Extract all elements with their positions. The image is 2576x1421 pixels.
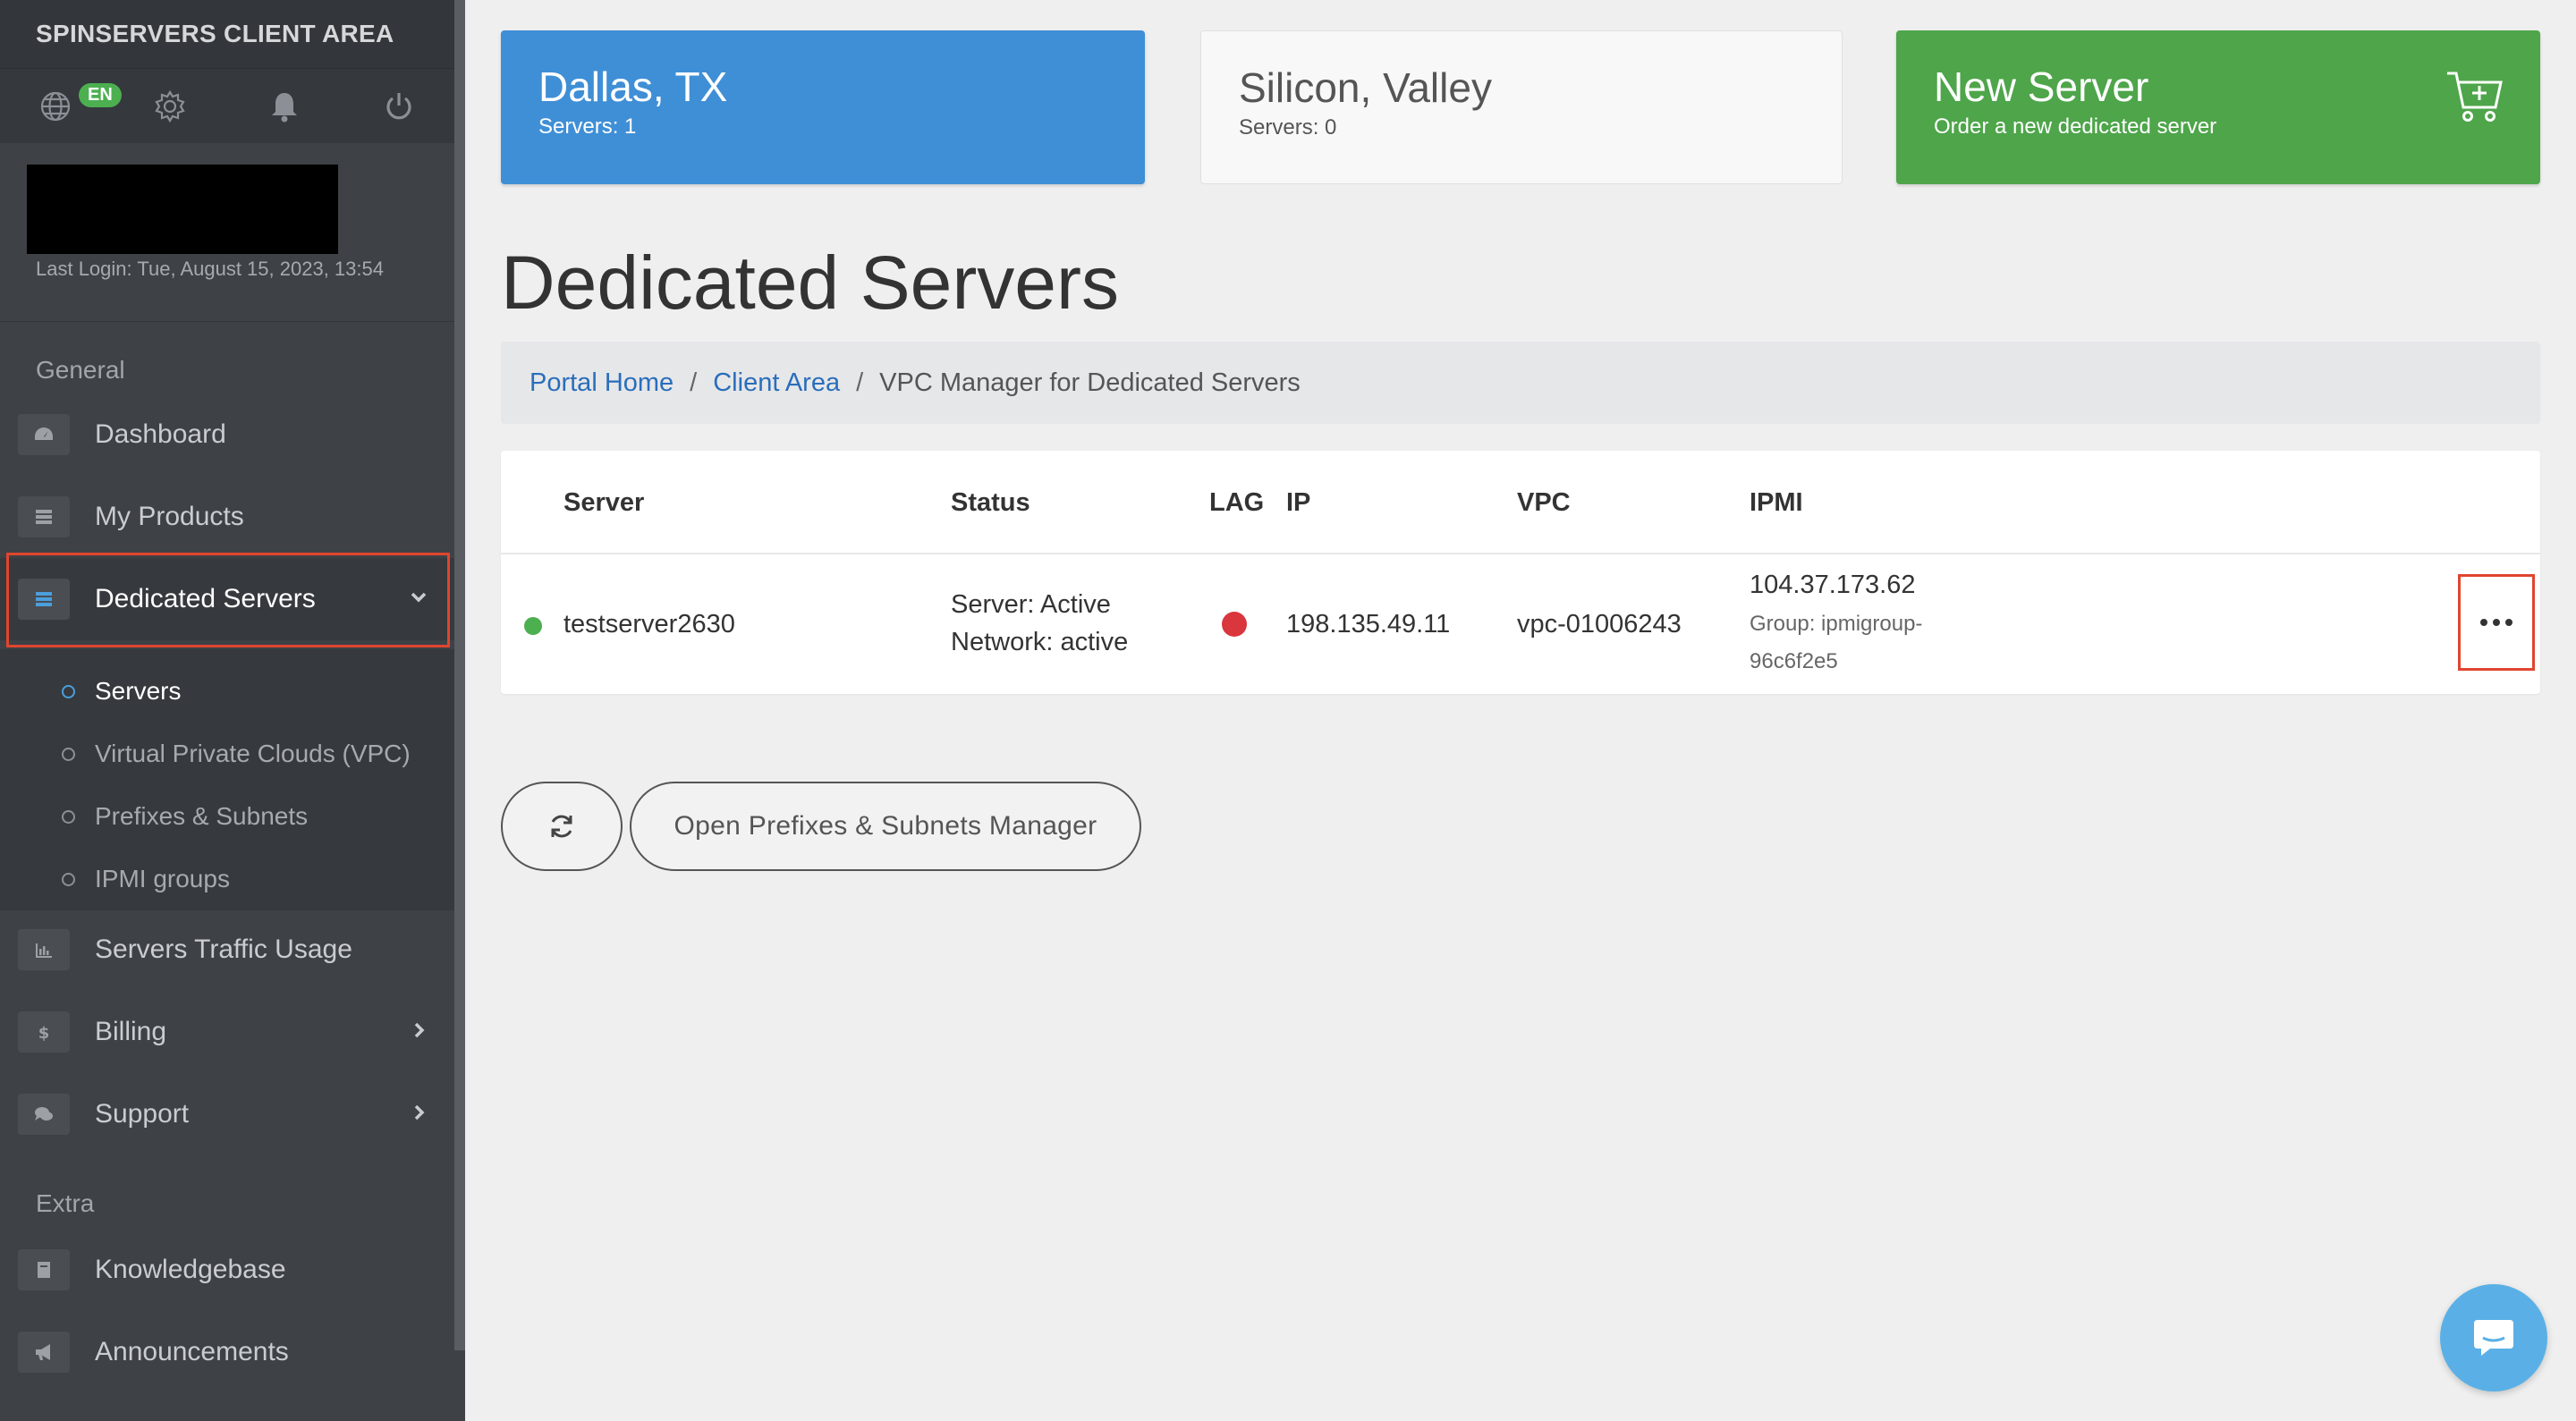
section-general: General xyxy=(36,356,125,384)
more-horizontal-icon xyxy=(2480,619,2512,626)
sidebar-item-traffic-usage[interactable]: Servers Traffic Usage xyxy=(0,909,454,991)
refresh-button[interactable] xyxy=(501,782,623,871)
dollar-icon: $ xyxy=(18,1011,70,1053)
sidebar-item-label: Servers Traffic Usage xyxy=(95,935,352,964)
server-name[interactable]: testserver2630 xyxy=(564,610,735,639)
book-icon xyxy=(18,1249,70,1290)
sidebar-item-label: Billing xyxy=(95,1017,167,1046)
last-login-text: Last Login: Tue, August 15, 2023, 13:54 xyxy=(36,258,384,280)
breadcrumb-separator: / xyxy=(690,368,698,397)
submenu-item-label: IPMI groups xyxy=(95,865,230,892)
table-divider xyxy=(501,553,2540,554)
sidebar-item-dashboard[interactable]: Dashboard xyxy=(0,393,454,476)
network-status: Network: active xyxy=(951,628,1129,656)
submenu-item-prefixes-subnets[interactable]: Prefixes & Subnets xyxy=(0,785,454,848)
breadcrumb: Portal Home / Client Area / VPC Manager … xyxy=(501,342,2540,424)
language-badge[interactable]: EN xyxy=(79,83,122,107)
svg-text:$: $ xyxy=(38,1024,50,1043)
column-header-ip[interactable]: IP xyxy=(1286,488,1310,518)
redacted-user-name xyxy=(27,165,338,254)
sidebar-item-support[interactable]: Support xyxy=(0,1073,454,1155)
sidebar-item-label: Knowledgebase xyxy=(95,1255,286,1284)
sidebar-scrollbar[interactable] xyxy=(454,0,465,1350)
circle-icon xyxy=(62,748,75,761)
online-status-dot xyxy=(524,617,542,635)
circle-icon xyxy=(62,810,75,824)
chat-widget-button[interactable] xyxy=(2440,1284,2547,1391)
card-title: Dallas, TX xyxy=(538,63,728,110)
server-status: Server: Active xyxy=(951,590,1111,619)
chart-icon xyxy=(18,929,70,970)
refresh-icon xyxy=(551,815,572,838)
open-prefixes-subnets-button[interactable]: Open Prefixes & Subnets Manager xyxy=(630,782,1141,871)
submenu-item-label: Virtual Private Clouds (VPC) xyxy=(95,740,411,767)
chevron-right-icon xyxy=(408,1019,429,1041)
submenu-item-vpc[interactable]: Virtual Private Clouds (VPC) xyxy=(0,723,454,785)
sidebar-item-label: Support xyxy=(95,1099,190,1129)
card-subtitle: Servers: 1 xyxy=(538,114,637,139)
location-card-silicon-valley[interactable]: Silicon, Valley Servers: 0 xyxy=(1200,30,1843,184)
chat-icon xyxy=(2474,1320,2513,1356)
power-icon[interactable] xyxy=(379,87,419,126)
submenu-item-label: Prefixes & Subnets xyxy=(95,802,309,830)
server-vpc: vpc-01006243 xyxy=(1517,610,1682,639)
lag-status-dot xyxy=(1222,612,1247,637)
card-title: Silicon, Valley xyxy=(1239,64,1492,111)
bell-icon[interactable] xyxy=(265,87,304,126)
submenu-item-label: Servers xyxy=(95,677,182,705)
circle-icon xyxy=(62,685,75,698)
sidebar: SPINSERVERS CLIENT AREA EN Last Login: T… xyxy=(0,0,465,1421)
sidebar-item-knowledgebase[interactable]: Knowledgebase xyxy=(0,1229,454,1311)
new-server-card[interactable]: New Server Order a new dedicated server xyxy=(1896,30,2540,184)
sidebar-item-announcements[interactable]: Announcements xyxy=(0,1311,454,1393)
sidebar-item-my-products[interactable]: My Products xyxy=(0,476,454,558)
ipmi-group-line-1: Group: ipmigroup- xyxy=(1750,612,1923,636)
chat-bubbles-icon xyxy=(18,1094,70,1135)
column-header-ipmi[interactable]: IPMI xyxy=(1750,488,1803,518)
sidebar-item-label: Announcements xyxy=(95,1337,289,1366)
ipmi-ip: 104.37.173.62 xyxy=(1750,571,1916,599)
card-subtitle: Servers: 0 xyxy=(1239,115,1337,140)
column-header-server[interactable]: Server xyxy=(564,488,644,518)
section-extra: Extra xyxy=(36,1189,95,1217)
gear-icon[interactable] xyxy=(150,87,190,126)
server-ip: 198.135.49.11 xyxy=(1286,610,1451,639)
location-card-dallas[interactable]: Dallas, TX Servers: 1 xyxy=(501,30,1145,184)
submenu-item-ipmi-groups[interactable]: IPMI groups xyxy=(0,848,454,910)
chevron-right-icon xyxy=(408,1102,429,1123)
megaphone-icon xyxy=(18,1332,70,1373)
dashboard-icon xyxy=(18,414,70,455)
page-title: Dedicated Servers xyxy=(501,241,1119,325)
breadcrumb-separator: / xyxy=(856,368,864,397)
column-header-lag[interactable]: LAG xyxy=(1209,488,1264,518)
products-icon xyxy=(18,496,70,537)
brand-title: SPINSERVERS CLIENT AREA xyxy=(0,0,465,68)
column-header-vpc[interactable]: VPC xyxy=(1517,488,1571,518)
circle-icon xyxy=(62,873,75,886)
submenu-item-servers[interactable]: Servers xyxy=(0,660,454,723)
user-panel: Last Login: Tue, August 15, 2023, 13:54 xyxy=(0,143,465,322)
sidebar-item-billing[interactable]: $ Billing xyxy=(0,991,454,1073)
row-actions-button[interactable] xyxy=(2458,574,2535,671)
servers-table: Server Status LAG IP VPC IPMI testserver… xyxy=(501,451,2540,694)
globe-icon[interactable] xyxy=(36,87,75,126)
column-header-status[interactable]: Status xyxy=(951,488,1030,518)
sidebar-item-label: My Products xyxy=(95,502,244,531)
dedicated-servers-submenu: Servers Virtual Private Clouds (VPC) Pre… xyxy=(0,649,454,910)
ipmi-group-line-2: 96c6f2e5 xyxy=(1750,649,1838,673)
breadcrumb-portal-home[interactable]: Portal Home xyxy=(530,368,674,398)
cart-plus-icon xyxy=(2444,66,2506,129)
sidebar-toolbar: EN xyxy=(0,68,465,143)
breadcrumb-current: VPC Manager for Dedicated Servers xyxy=(879,368,1301,397)
highlight-dedicated-servers xyxy=(6,553,450,647)
sidebar-item-label: Dashboard xyxy=(95,419,226,449)
breadcrumb-client-area[interactable]: Client Area xyxy=(713,368,840,398)
